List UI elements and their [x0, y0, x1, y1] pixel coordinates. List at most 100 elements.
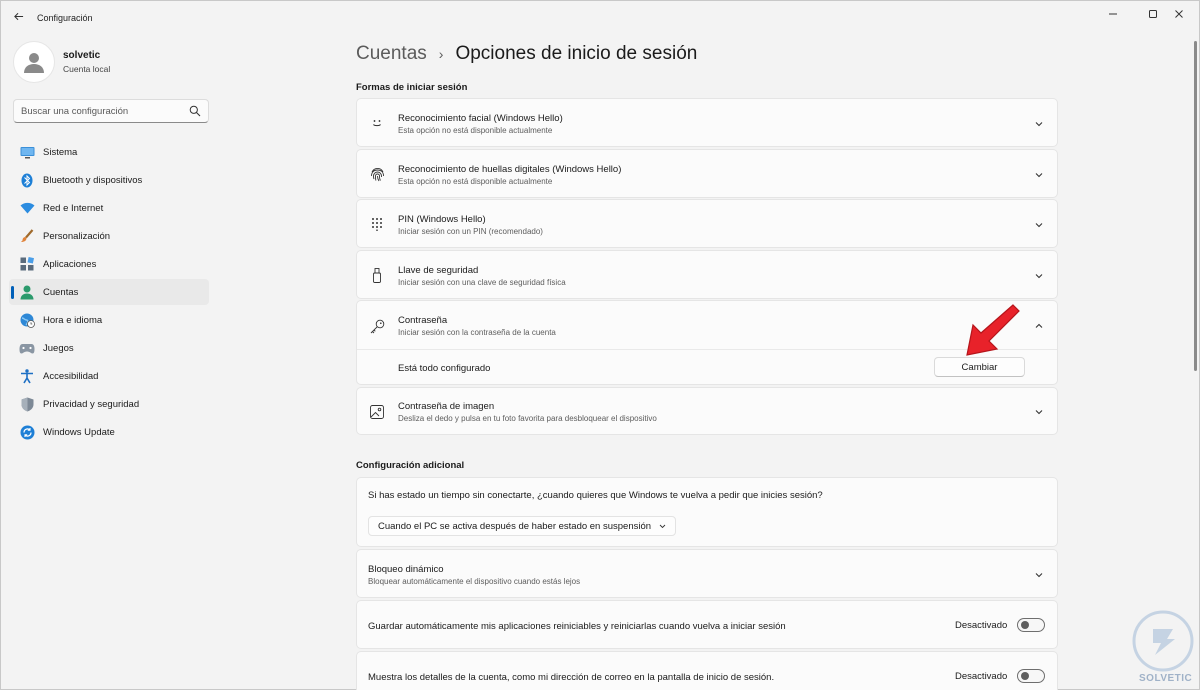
option-security-key[interactable]: Llave de seguridad Iniciar sesión con un…: [356, 250, 1058, 299]
password-status: Está todo configurado: [398, 363, 491, 374]
scrollbar[interactable]: [1194, 41, 1197, 371]
sidebar-item-label: Windows Update: [43, 426, 115, 438]
dropdown-selected-value: Cuando el PC se activa después de haber …: [378, 520, 652, 532]
option-title: Llave de seguridad: [398, 265, 479, 276]
breadcrumb-parent[interactable]: Cuentas: [356, 43, 427, 65]
sidebar-item-label: Privacidad y seguridad: [43, 398, 140, 410]
update-icon: [19, 424, 35, 440]
sidebar-item-red[interactable]: Red e Internet: [9, 195, 209, 221]
option-subtitle: Iniciar sesión con la contraseña de la c…: [398, 328, 556, 337]
sidebar-item-bluetooth[interactable]: Bluetooth y dispositivos: [9, 167, 209, 193]
sidebar-item-cuentas[interactable]: Cuentas: [9, 279, 209, 305]
require-signin-question: Si has estado un tiempo sin conectarte, …: [368, 490, 823, 501]
sidebar-item-sistema[interactable]: Sistema: [9, 139, 209, 165]
chevron-down-icon[interactable]: [1033, 219, 1045, 231]
wifi-icon: [19, 200, 35, 216]
divider: [357, 349, 1057, 350]
face-icon: [369, 115, 385, 131]
option-pin[interactable]: PIN (Windows Hello) Iniciar sesión con u…: [356, 199, 1058, 248]
toggle-knob: [1021, 672, 1029, 680]
password-header[interactable]: Contraseña Iniciar sesión con la contras…: [357, 301, 1057, 350]
option-subtitle: Esta opción no está disponible actualmen…: [398, 126, 553, 135]
option-title: Reconocimiento de huellas digitales (Win…: [398, 164, 622, 175]
option-subtitle: Iniciar sesión con un PIN (recomendado): [398, 227, 543, 236]
page-title: Opciones de inicio de sesión: [455, 43, 698, 64]
profile-name: solvetic: [63, 50, 101, 61]
sidebar-item-label: Sistema: [43, 146, 78, 158]
sidebar-item-label: Cuentas: [43, 286, 79, 298]
require-signin-dropdown[interactable]: Cuando el PC se activa después de haber …: [368, 516, 676, 536]
settings-window: Configuración solvetic Cuenta local Sist…: [0, 0, 1200, 690]
user-placeholder-icon: [24, 53, 44, 73]
close-icon: [1175, 10, 1183, 18]
sidebar-item-label: Aplicaciones: [43, 258, 97, 270]
close-button[interactable]: [1159, 5, 1199, 23]
sidebar-item-juegos[interactable]: Juegos: [9, 335, 209, 361]
dynamic-lock-subtitle: Bloquear automáticamente el dispositivo …: [368, 577, 581, 586]
search-icon[interactable]: [189, 105, 201, 117]
restart-apps-state: Desactivado: [955, 620, 1008, 631]
option-face-recognition[interactable]: Reconocimiento facial (Windows Hello) Es…: [356, 98, 1058, 147]
account-details-toggle[interactable]: [1017, 669, 1045, 683]
sidebar-item-windows-update[interactable]: Windows Update: [9, 419, 209, 445]
avatar: [13, 41, 55, 83]
search-input[interactable]: [14, 100, 184, 122]
back-button[interactable]: [9, 7, 27, 25]
usb-key-icon: [369, 267, 385, 283]
section-title-additional: Configuración adicional: [356, 460, 465, 471]
fingerprint-icon: [369, 166, 385, 182]
change-password-button[interactable]: Cambiar: [934, 357, 1025, 377]
solvetic-logo-icon: [1132, 610, 1194, 672]
chevron-up-icon[interactable]: [1033, 320, 1045, 332]
apps-icon: [19, 256, 35, 272]
option-picture-password[interactable]: Contraseña de imagen Desliza el dedo y p…: [356, 387, 1058, 435]
sidebar-item-label: Bluetooth y dispositivos: [43, 174, 143, 186]
sidebar-item-personalizacion[interactable]: Personalización: [9, 223, 209, 249]
option-title: Reconocimiento facial (Windows Hello): [398, 113, 563, 124]
section-title-sign-in: Formas de iniciar sesión: [356, 82, 468, 93]
chevron-down-icon: [659, 524, 666, 529]
breadcrumb-separator: ›: [438, 46, 444, 62]
user-profile[interactable]: solvetic Cuenta local: [13, 41, 110, 83]
chevron-down-icon[interactable]: [1033, 169, 1045, 181]
option-fingerprint[interactable]: Reconocimiento de huellas digitales (Win…: [356, 149, 1058, 198]
keypad-icon: [369, 216, 385, 232]
option-subtitle: Desliza el dedo y pulsa en tu foto favor…: [398, 414, 657, 423]
sidebar-item-label: Accesibilidad: [43, 370, 99, 382]
sidebar-item-hora-idioma[interactable]: Hora e idioma: [9, 307, 209, 333]
globe-clock-icon: [19, 312, 35, 328]
minimize-button[interactable]: [1093, 5, 1133, 23]
sidebar-item-label: Personalización: [43, 230, 111, 242]
maximize-icon: [1149, 10, 1157, 18]
accessibility-icon: [19, 368, 35, 384]
option-title: PIN (Windows Hello): [398, 214, 486, 225]
option-subtitle: Esta opción no está disponible actualmen…: [398, 177, 553, 186]
dynamic-lock-title: Bloqueo dinámico: [368, 564, 444, 575]
sidebar-item-aplicaciones[interactable]: Aplicaciones: [9, 251, 209, 277]
search-box: [13, 99, 209, 123]
restart-apps-title: Guardar automáticamente mis aplicaciones…: [368, 621, 786, 632]
option-title: Contraseña de imagen: [398, 401, 495, 412]
watermark-text: SOLVETIC: [1139, 673, 1193, 684]
dynamic-lock-card[interactable]: Bloqueo dinámico Bloquear automáticament…: [356, 549, 1058, 598]
person-icon: [19, 284, 35, 300]
restart-apps-toggle[interactable]: [1017, 618, 1045, 632]
app-title: Configuración: [37, 13, 93, 23]
monitor-icon: [19, 144, 35, 160]
bluetooth-icon: [19, 172, 35, 188]
chevron-down-icon[interactable]: [1033, 406, 1045, 418]
breadcrumb: Cuentas › Opciones de inicio de sesión: [356, 43, 697, 65]
chevron-down-icon[interactable]: [1033, 569, 1045, 581]
sidebar-item-accesibilidad[interactable]: Accesibilidad: [9, 363, 209, 389]
restart-apps-card: Guardar automáticamente mis aplicaciones…: [356, 600, 1058, 649]
option-title: Contraseña: [398, 315, 448, 326]
sidebar-item-privacidad[interactable]: Privacidad y seguridad: [9, 391, 209, 417]
chevron-down-icon[interactable]: [1033, 118, 1045, 130]
sidebar-item-label: Red e Internet: [43, 202, 104, 214]
account-details-title: Muestra los detalles de la cuenta, como …: [368, 672, 775, 683]
shield-icon: [19, 396, 35, 412]
sidebar-nav: Sistema Bluetooth y dispositivos Red e I…: [9, 139, 209, 447]
account-details-card: Muestra los detalles de la cuenta, como …: [356, 651, 1058, 690]
chevron-down-icon[interactable]: [1033, 270, 1045, 282]
back-arrow-icon: [13, 12, 23, 20]
